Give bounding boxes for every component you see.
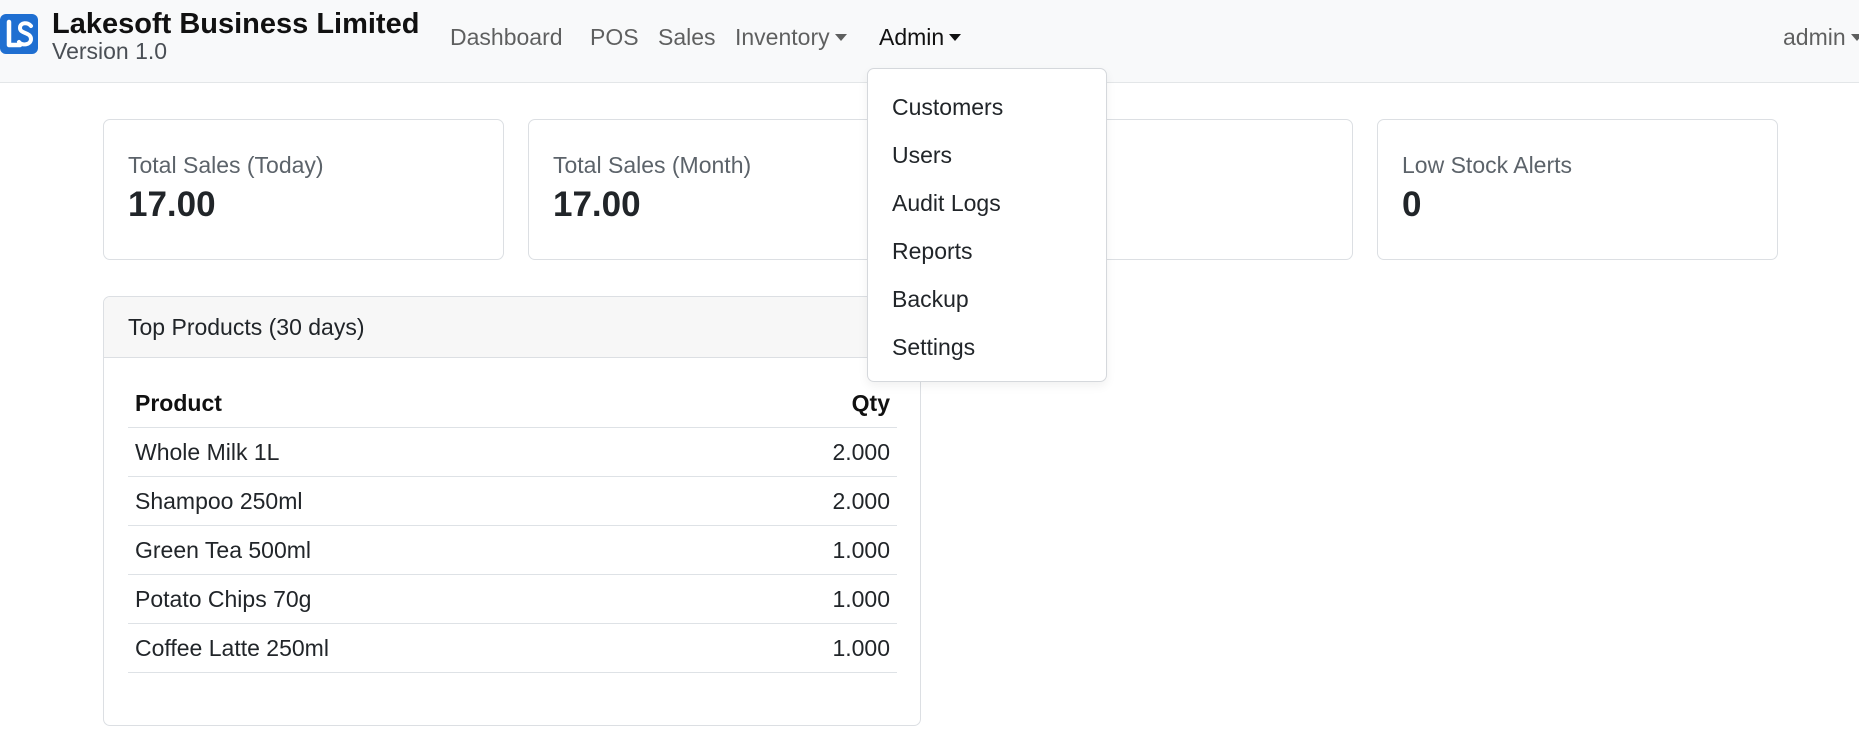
top-products-table: Product Qty Whole Milk 1L 2.000 Shampoo … [128,379,897,673]
caret-down-icon [1850,33,1859,41]
product-qty: 1.000 [832,537,890,563]
stat-value: 17.00 [128,185,216,224]
stat-value: 17.00 [553,185,641,224]
nav-dashboard-label: Dashboard [450,24,563,50]
nav-sales-label: Sales [658,24,716,50]
table-row: Coffee Latte 250ml 1.000 [128,624,897,673]
user-menu-dropdown[interactable]: admin [1783,20,1859,54]
stat-card-low-stock: Low Stock Alerts 0 [1377,119,1778,260]
menu-item-users[interactable]: Users [868,131,1106,179]
table-header-row: Product Qty [128,379,897,428]
nav-sales[interactable]: Sales [658,20,716,54]
nav-inventory-dropdown[interactable]: Inventory [735,20,847,54]
top-products-header: Top Products (30 days) [104,297,920,358]
nav-pos[interactable]: POS [590,20,639,54]
nav-dashboard[interactable]: Dashboard [450,20,563,54]
product-name: Shampoo 250ml [135,488,303,514]
product-qty: 2.000 [832,488,890,514]
stat-value: 0 [1402,185,1422,224]
brand-version: Version 1.0 [52,38,168,64]
admin-dropdown-menu: Customers Users Audit Logs Reports Backu… [867,68,1107,382]
stat-card-sales-today: Total Sales (Today) 17.00 [103,119,504,260]
product-name: Coffee Latte 250ml [135,635,329,661]
stat-label: Total Sales (Today) [128,152,324,178]
product-qty: 1.000 [832,586,890,612]
nav-admin-label: Admin [879,24,945,50]
product-name: Whole Milk 1L [135,439,280,465]
product-qty: 2.000 [832,439,890,465]
nav-inventory-label: Inventory [735,24,830,50]
stat-label: Total Sales (Month) [553,152,752,178]
product-qty: 1.000 [832,635,890,661]
menu-item-audit-logs[interactable]: Audit Logs [868,179,1106,227]
ls-logo-icon [0,14,38,54]
top-products-title: Top Products (30 days) [128,314,365,340]
menu-item-settings[interactable]: Settings [868,323,1106,371]
product-name: Green Tea 500ml [135,537,312,563]
caret-down-icon [949,33,962,41]
product-name: Potato Chips 70g [135,586,312,612]
table-row: Potato Chips 70g 1.000 [128,575,897,624]
top-products-card: Top Products (30 days) Product Qty Whole… [103,296,921,726]
user-menu-label: admin [1783,24,1846,50]
stat-label: Low Stock Alerts [1402,152,1573,178]
menu-item-customers[interactable]: Customers [868,83,1106,131]
nav-admin-dropdown[interactable]: Admin [879,20,962,54]
column-header-product: Product [135,390,222,416]
nav-pos-label: POS [590,24,639,50]
menu-item-backup[interactable]: Backup [868,275,1106,323]
table-row: Shampoo 250ml 2.000 [128,477,897,526]
caret-down-icon [834,33,847,41]
column-header-qty: Qty [851,390,890,416]
table-row: Green Tea 500ml 1.000 [128,526,897,575]
menu-item-reports[interactable]: Reports [868,227,1106,275]
table-row: Whole Milk 1L 2.000 [128,428,897,477]
